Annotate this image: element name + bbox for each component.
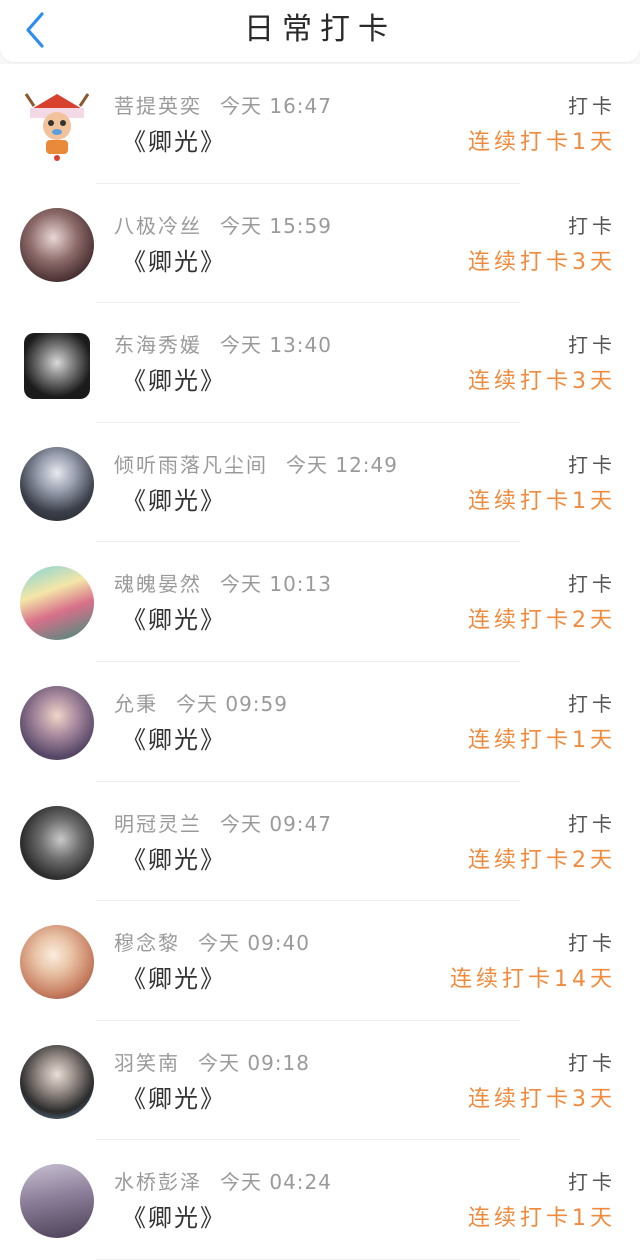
avatar[interactable] [20,446,94,521]
list-item[interactable]: 东海秀媛 今天 13:40 《卿光》 打卡 连续打卡3天 [0,303,640,423]
checkin-label: 打卡 [568,691,616,716]
page-title: 日常打卡 [244,12,396,47]
avatar[interactable] [20,207,94,282]
book-title: 《卿光》 [122,845,226,874]
entry-meta: 明冠灵兰 今天 09:47 [114,808,332,837]
streak-label: 连续打卡1天 [468,727,616,753]
user-name: 倾听雨落凡尘间 [114,452,268,477]
streak-label: 连续打卡1天 [468,1206,616,1232]
avatar[interactable] [20,1044,94,1119]
user-name: 东海秀媛 [114,333,202,358]
book-title: 《卿光》 [122,965,226,994]
checkin-time: 今天 04:24 [220,1170,332,1195]
list-item[interactable]: 八极冷丝 今天 15:59 《卿光》 打卡 连续打卡3天 [0,183,640,304]
list-item[interactable]: 穆念黎 今天 09:40 《卿光》 打卡 连续打卡14天 [0,901,640,1021]
book-title: 《卿光》 [122,725,226,754]
list-item[interactable]: + 菩提英奕今天 16:47 《卿光》 打卡 连续打卡1天 [0,64,640,184]
book-title: 《卿光》 [122,247,226,276]
checkin-time: 今天 12:49 [286,452,398,477]
user-name: 明冠灵兰 [114,811,202,836]
checkin-time: 今天 16:47 [220,94,332,118]
checkin-list: + 菩提英奕今天 16:47 《卿光》 打卡 连续打卡1天 八极冷丝今天 15:… [0,64,640,1260]
streak-label: 连续打卡1天 [468,488,616,514]
avatar[interactable] [20,805,94,880]
user-name: 八极冷丝 [114,213,202,238]
nav-bar: 日常打卡 [0,0,640,62]
checkin-label: 打卡 [568,1170,616,1195]
list-item[interactable]: 允秉 今天 09:59 《卿光》 打卡 连续打卡1天 [0,661,640,782]
streak-label: 连续打卡3天 [468,369,616,395]
streak-label: 连续打卡3天 [468,249,616,275]
list-item[interactable]: 倾听雨落凡尘间 今天 12:49 《卿光》 打卡 连续打卡1天 [0,422,640,543]
checkin-time: 今天 09:47 [220,811,332,836]
checkin-label: 打卡 [568,452,616,477]
book-title: 《卿光》 [122,486,226,515]
checkin-label: 打卡 [568,1050,616,1075]
user-name: 羽笑南 [114,1050,180,1075]
entry-meta: 魂魄晏然 今天 10:13 [114,568,332,597]
book-title: 《卿光》 [122,367,226,396]
streak-label: 连续打卡14天 [450,967,616,993]
checkin-time: 今天 09:59 [176,691,288,716]
avatar[interactable] [24,333,90,400]
user-name: 穆念黎 [114,931,180,956]
user-name: 菩提英奕 [114,94,202,118]
entry-meta: 菩提英奕 今天 16:47 [114,90,332,119]
entry-meta: 东海秀媛 今天 13:40 [114,329,332,358]
streak-label: 连续打卡1天 [468,130,616,155]
checkin-label: 打卡 [568,572,616,597]
checkin-time: 今天 15:59 [220,213,332,238]
streak-label: 连续打卡2天 [468,847,616,873]
checkin-time: 今天 13:40 [220,333,332,358]
book-title: 《卿光》 [122,1204,226,1233]
entry-meta: 羽笑南 今天 09:18 [114,1047,310,1076]
list-item[interactable]: 水桥彭泽 今天 04:24 《卿光》 打卡 连续打卡1天 [0,1140,640,1260]
book-title: 《卿光》 [122,128,226,156]
user-name: 允秉 [114,691,158,716]
streak-label: 连续打卡2天 [468,608,616,634]
entry-meta: 八极冷丝 今天 15:59 [114,210,332,239]
user-name: 水桥彭泽 [114,1170,202,1195]
streak-label: 连续打卡3天 [468,1086,616,1112]
checkin-label: 打卡 [568,94,616,118]
user-name: 魂魄晏然 [114,572,202,597]
checkin-label: 打卡 [568,333,616,358]
entry-meta: 允秉 今天 09:59 [114,688,288,717]
checkin-time: 今天 09:18 [198,1050,310,1075]
list-item[interactable]: 明冠灵兰 今天 09:47 《卿光》 打卡 连续打卡2天 [0,781,640,902]
book-title: 《卿光》 [122,606,226,635]
checkin-label: 打卡 [568,931,616,956]
checkin-label: 打卡 [568,811,616,836]
list-item[interactable]: 羽笑南 今天 09:18 《卿光》 打卡 连续打卡3天 [0,1020,640,1141]
avatar[interactable] [20,925,94,1000]
entry-meta: 倾听雨落凡尘间 今天 12:49 [114,449,398,478]
checkin-label: 打卡 [568,213,616,238]
checkin-time: 今天 09:40 [198,931,310,956]
list-item[interactable]: 魂魄晏然 今天 10:13 《卿光》 打卡 连续打卡2天 [0,542,640,662]
book-title: 《卿光》 [122,1084,226,1113]
avatar[interactable] [20,685,94,760]
avatar[interactable] [20,566,94,641]
entry-meta: 水桥彭泽 今天 04:24 [114,1166,332,1195]
avatar[interactable]: + [20,88,94,162]
checkin-time: 今天 10:13 [220,572,332,597]
entry-meta: 穆念黎 今天 09:40 [114,927,310,956]
avatar[interactable] [20,1164,94,1239]
